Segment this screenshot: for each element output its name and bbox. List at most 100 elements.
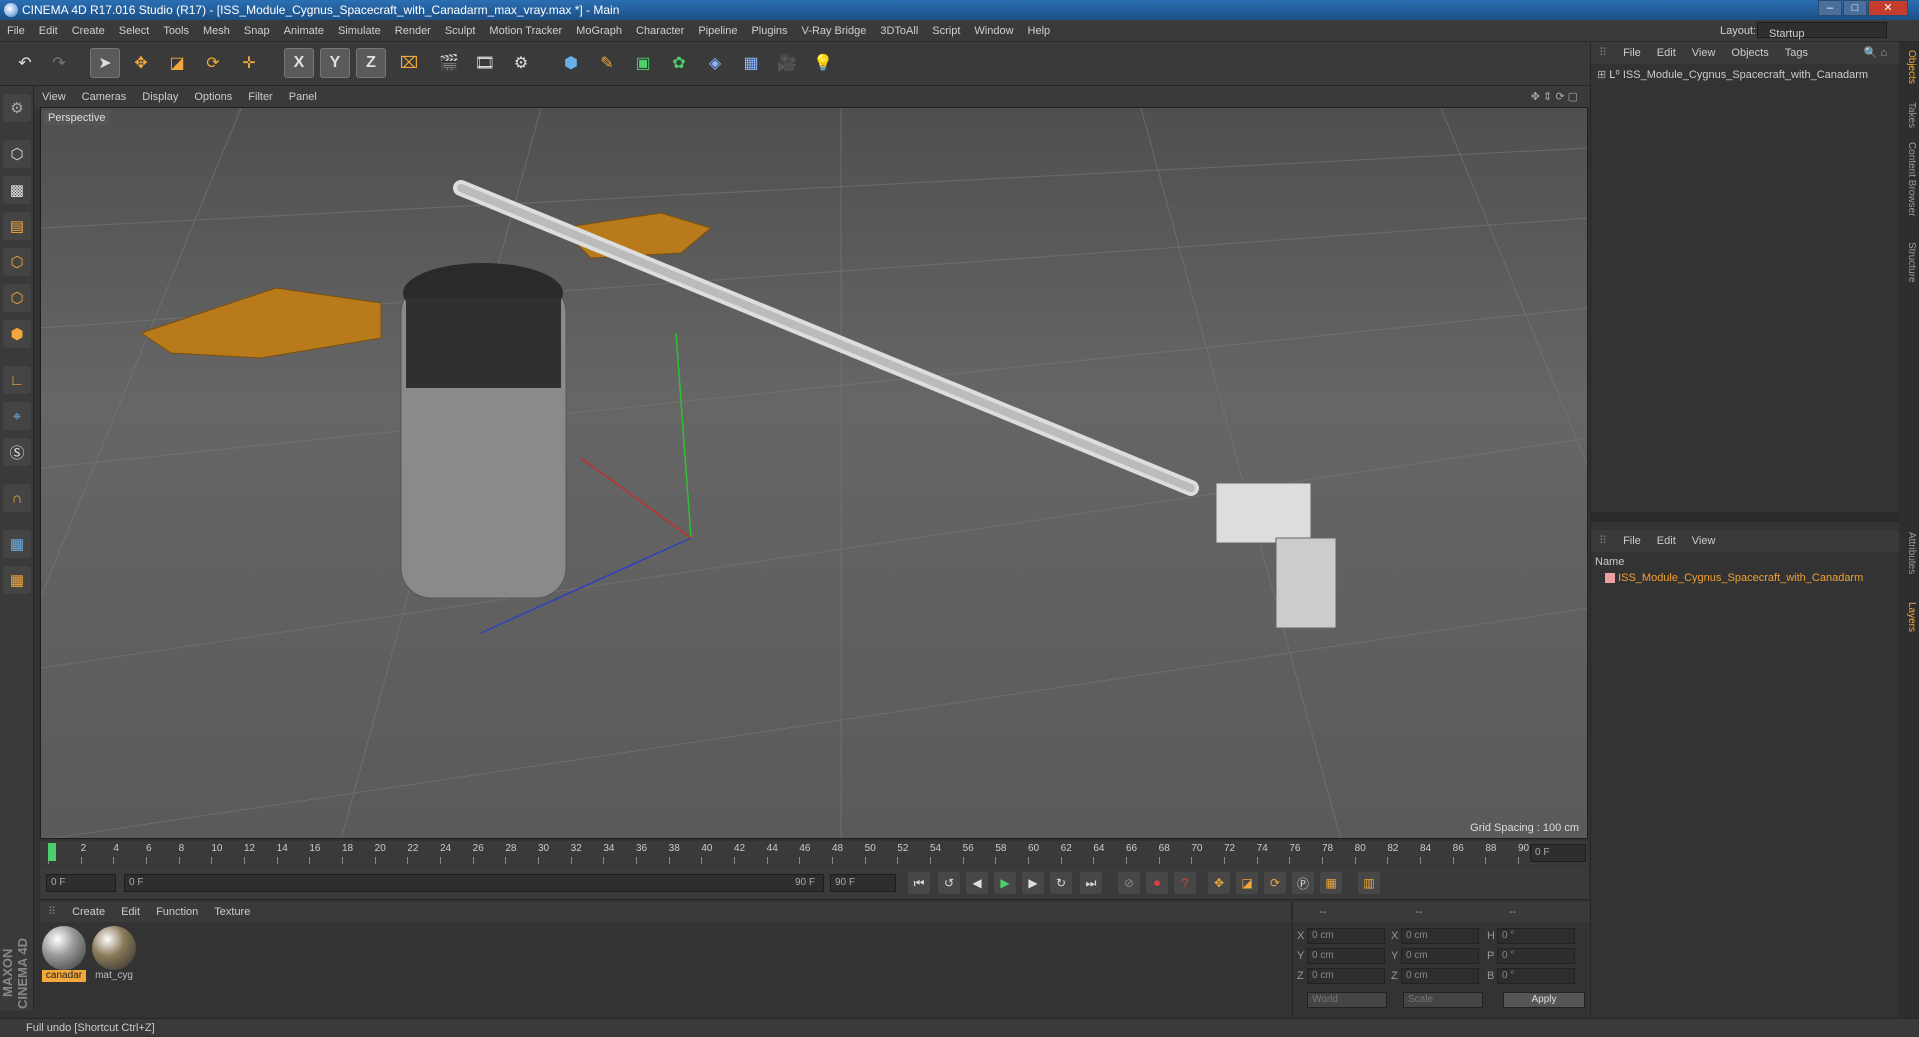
axis-mode-icon[interactable]: ∟	[3, 366, 31, 394]
select-arrow-icon[interactable]: ➤	[90, 48, 120, 78]
rot-h-field[interactable]: 0 °	[1497, 928, 1575, 944]
timeline-ruler[interactable]: 0246810121416182022242628303234363840424…	[40, 841, 1588, 865]
key-parameter-icon[interactable]: Ⓟ	[1292, 872, 1314, 894]
pos-y-field[interactable]: 0 cm	[1307, 948, 1385, 964]
go-to-start-icon[interactable]: ⏮	[908, 872, 930, 894]
menu-character[interactable]: Character	[629, 20, 691, 42]
key-position-icon[interactable]: ✥	[1208, 872, 1230, 894]
x-axis-icon[interactable]: X	[284, 48, 314, 78]
frame-range-slider[interactable]: 0 F 90 F	[124, 874, 824, 892]
viewport-menu-display[interactable]: Display	[134, 86, 186, 108]
previous-key-icon[interactable]: ↺	[938, 872, 960, 894]
object-row[interactable]: ⊞ L⁰ ISS_Module_Cygnus_Spacecraft_with_C…	[1597, 68, 1868, 81]
object-manager-tools-icon[interactable]: 🔍 ⌂	[1856, 42, 1895, 64]
panel-grip-icon[interactable]: ⠿	[1591, 530, 1615, 552]
snapping-icon[interactable]: Ⓢ	[3, 438, 31, 466]
viewport-menu-cameras[interactable]: Cameras	[74, 86, 135, 108]
timeline-window-icon[interactable]: ▥	[1358, 872, 1380, 894]
tab-takes[interactable]: Takes	[1901, 102, 1917, 128]
keyframe-selection-icon[interactable]: ?	[1174, 872, 1196, 894]
menu-window[interactable]: Window	[967, 20, 1020, 42]
camera-icon[interactable]: 🎥	[772, 48, 802, 78]
cube-icon[interactable]: ⬢	[556, 48, 586, 78]
pos-x-field[interactable]: 0 cm	[1307, 928, 1385, 944]
next-frame-icon[interactable]: ▶	[1022, 872, 1044, 894]
points-mode-icon[interactable]: ⬡	[3, 248, 31, 276]
workplane-icon[interactable]: ▤	[3, 212, 31, 240]
layers-menu-file[interactable]: File	[1615, 530, 1649, 552]
tweak-mode-icon[interactable]: ⌖	[3, 402, 31, 430]
previous-frame-icon[interactable]: ◀	[966, 872, 988, 894]
autokey-icon[interactable]: ⏺	[1146, 872, 1168, 894]
menu-render[interactable]: Render	[388, 20, 438, 42]
rotate-icon[interactable]: ⟳	[198, 48, 228, 78]
menu-simulate[interactable]: Simulate	[331, 20, 388, 42]
viewport-menu-view[interactable]: View	[34, 86, 74, 108]
menu-tools[interactable]: Tools	[156, 20, 196, 42]
redo-icon[interactable]: ↷	[44, 48, 74, 78]
3d-viewport[interactable]: Perspective Grid Spacing : 100 cm	[40, 107, 1588, 839]
menu-edit[interactable]: Edit	[32, 20, 65, 42]
apply-button[interactable]: Apply	[1503, 992, 1585, 1008]
menu-mograph[interactable]: MoGraph	[569, 20, 629, 42]
deformer-icon[interactable]: ◈	[700, 48, 730, 78]
menu-pipeline[interactable]: Pipeline	[691, 20, 744, 42]
menu-motion-tracker[interactable]: Motion Tracker	[482, 20, 569, 42]
scale-icon[interactable]: ◪	[162, 48, 192, 78]
layer-row[interactable]: ISS_Module_Cygnus_Spacecraft_with_Canada…	[1605, 572, 1863, 584]
texture-mode-icon[interactable]: ▩	[3, 176, 31, 204]
layout-dropdown[interactable]: Startup	[1757, 22, 1887, 40]
viewport-menu-panel[interactable]: Panel	[281, 86, 325, 108]
z-axis-icon[interactable]: Z	[356, 48, 386, 78]
objects-menu-objects[interactable]: Objects	[1723, 42, 1776, 64]
key-pla-icon[interactable]: ▦	[1320, 872, 1342, 894]
material-menu-function[interactable]: Function	[148, 902, 206, 922]
menu-select[interactable]: Select	[112, 20, 157, 42]
move-icon[interactable]: ✥	[126, 48, 156, 78]
menu-create[interactable]: Create	[65, 20, 112, 42]
model-mode-icon[interactable]: ⬡	[3, 140, 31, 168]
render-settings-icon[interactable]: ⚙	[506, 48, 536, 78]
light-icon[interactable]: 💡	[808, 48, 838, 78]
edges-mode-icon[interactable]: ⬡	[3, 284, 31, 312]
material-canadar[interactable]: canadar	[42, 926, 86, 982]
maximize-button[interactable]: □	[1843, 0, 1867, 16]
menu-3dtoall[interactable]: 3DToAll	[873, 20, 925, 42]
cloner-icon[interactable]: ✿	[664, 48, 694, 78]
layers-menu-view[interactable]: View	[1684, 530, 1724, 552]
floor-icon[interactable]: ▦	[736, 48, 766, 78]
playhead[interactable]	[48, 843, 56, 861]
record-keys-icon[interactable]: ⊘	[1118, 872, 1140, 894]
size-mode-dropdown[interactable]: Scale	[1403, 992, 1483, 1008]
close-button[interactable]: ✕	[1868, 0, 1908, 16]
undo-icon[interactable]: ↶	[10, 48, 40, 78]
next-key-icon[interactable]: ↻	[1050, 872, 1072, 894]
tab-layers[interactable]: Layers	[1901, 602, 1917, 632]
render-view-icon[interactable]: 🎬	[434, 48, 464, 78]
go-to-end-icon[interactable]: ⏭	[1080, 872, 1102, 894]
rot-p-field[interactable]: 0 °	[1497, 948, 1575, 964]
object-scrollbar[interactable]	[1591, 512, 1899, 522]
material-menu-edit[interactable]: Edit	[113, 902, 148, 922]
lock-workplane-icon[interactable]: ▦	[3, 530, 31, 558]
menu-animate[interactable]: Animate	[277, 20, 331, 42]
tab-content-browser[interactable]: Content Browser	[1901, 142, 1917, 216]
menu-script[interactable]: Script	[925, 20, 967, 42]
panel-grip-icon[interactable]: ⠿	[40, 902, 64, 922]
viewport-menu-filter[interactable]: Filter	[240, 86, 280, 108]
objects-menu-edit[interactable]: Edit	[1649, 42, 1684, 64]
menu-vray-bridge[interactable]: V-Ray Bridge	[795, 20, 874, 42]
viewport-menu-options[interactable]: Options	[186, 86, 240, 108]
menu-snap[interactable]: Snap	[237, 20, 277, 42]
polygons-mode-icon[interactable]: ⬢	[3, 320, 31, 348]
size-z-field[interactable]: 0 cm	[1401, 968, 1479, 984]
layers-menu-edit[interactable]: Edit	[1649, 530, 1684, 552]
make-editable-icon[interactable]: ⚙	[3, 94, 31, 122]
tab-structure[interactable]: Structure	[1901, 242, 1917, 283]
key-scale-icon[interactable]: ◪	[1236, 872, 1258, 894]
coord-mode-dropdown[interactable]: World	[1307, 992, 1387, 1008]
pos-z-field[interactable]: 0 cm	[1307, 968, 1385, 984]
objects-menu-tags[interactable]: Tags	[1777, 42, 1816, 64]
magnet-icon[interactable]: ∩	[3, 484, 31, 512]
current-frame-field[interactable]: 0 F	[1530, 844, 1586, 862]
